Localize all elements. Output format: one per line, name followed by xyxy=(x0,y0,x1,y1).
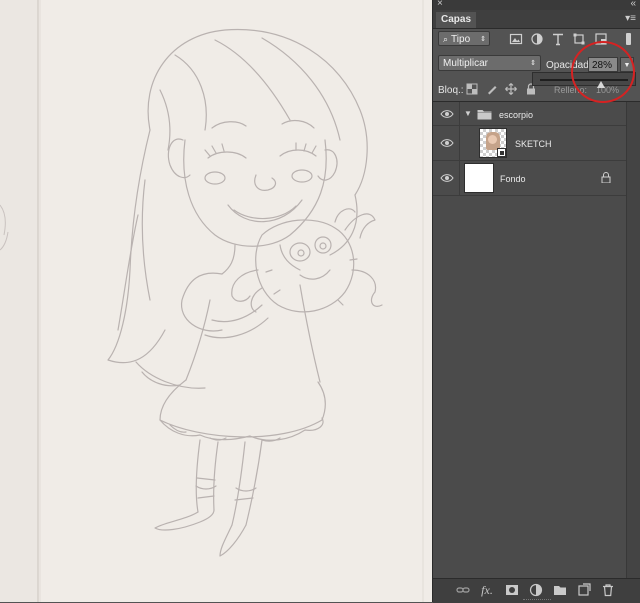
eye-icon[interactable] xyxy=(440,109,454,119)
layer-filter-row: ⌕ Tipo ⇕ xyxy=(433,28,640,50)
adjustment-filter-icon[interactable] xyxy=(530,32,544,46)
layers-scrollbar[interactable] xyxy=(626,102,640,579)
mask-icon[interactable] xyxy=(505,583,519,597)
blend-mode-value: Multiplicar xyxy=(443,58,489,69)
layer-name-sketch[interactable]: SKETCH xyxy=(515,139,552,149)
layer-row-escorpio[interactable]: ▼ escorpio xyxy=(433,102,627,126)
panel-title-strip: × « xyxy=(433,0,640,10)
opacity-slider-thumb[interactable] xyxy=(596,81,605,88)
shape-filter-icon[interactable] xyxy=(572,32,586,46)
expand-triangle-icon[interactable]: ▼ xyxy=(464,109,472,118)
smart-object-badge-icon xyxy=(497,148,506,157)
opacity-slider-track[interactable] xyxy=(540,79,628,88)
layers-bottom-bar: fx. xyxy=(433,578,640,603)
close-panel-icon[interactable]: × xyxy=(437,0,443,10)
panel-tab-bar: Capas ▾≡ xyxy=(433,10,640,29)
collapse-panel-icon[interactable]: « xyxy=(630,0,636,10)
trash-icon[interactable] xyxy=(601,583,615,597)
eye-icon[interactable] xyxy=(440,138,454,148)
adjustment-icon[interactable] xyxy=(529,583,543,597)
layer-thumbnail-sketch[interactable] xyxy=(479,128,507,158)
select-arrows-icon: ⇕ xyxy=(530,60,536,67)
layer-row-fondo[interactable]: Fondo xyxy=(433,161,627,196)
visibility-separator xyxy=(459,161,460,195)
layer-row-sketch[interactable]: SKETCH xyxy=(433,126,627,161)
eye-icon[interactable] xyxy=(440,173,454,183)
layers-panel: × « Capas ▾≡ ⌕ Tipo ⇕ Multiplicar ⇕ Opac… xyxy=(432,0,640,603)
layer-name-fondo[interactable]: Fondo xyxy=(500,174,526,184)
link-icon[interactable] xyxy=(456,583,470,597)
layers-list: ▼ escorpio SKETCH Fondo xyxy=(433,101,640,579)
fx-icon[interactable]: fx. xyxy=(480,583,494,597)
text-filter-icon[interactable] xyxy=(551,32,565,46)
new-group-folder-icon[interactable] xyxy=(553,583,567,597)
panel-menu-icon[interactable]: ▾≡ xyxy=(625,13,636,25)
pencil-sketch-artwork xyxy=(0,0,432,602)
lock-transparency-icon[interactable] xyxy=(466,83,478,95)
search-icon: ⌕ xyxy=(443,34,449,44)
layer-name-escorpio[interactable]: escorpio xyxy=(499,110,533,120)
fill-label: Relleno: xyxy=(554,85,588,95)
smartobject-filter-icon[interactable] xyxy=(594,32,608,46)
opacity-slider-popup xyxy=(532,72,636,88)
select-arrows-icon: ⇕ xyxy=(480,36,486,43)
opacity-dropdown-arrow-icon[interactable]: ▼ xyxy=(620,57,634,72)
lock-position-icon[interactable] xyxy=(505,83,517,95)
lock-label: Bloq.: xyxy=(438,85,464,96)
new-layer-icon[interactable] xyxy=(577,583,591,597)
lock-pixels-icon[interactable] xyxy=(486,83,498,95)
opacity-label: Opacidad: xyxy=(546,60,592,71)
blend-mode-select[interactable]: Multiplicar ⇕ xyxy=(438,55,541,71)
visibility-separator xyxy=(459,126,460,160)
filter-toggle[interactable] xyxy=(626,33,631,45)
tab-capas[interactable]: Capas xyxy=(436,12,477,28)
document-canvas[interactable] xyxy=(0,0,432,602)
folder-icon xyxy=(477,110,492,120)
layer-thumbnail-fondo[interactable] xyxy=(464,163,494,193)
opacity-input[interactable]: 28% xyxy=(588,57,618,72)
visibility-separator xyxy=(459,102,460,125)
lock-icon xyxy=(601,172,611,183)
filter-type-select[interactable]: ⌕ Tipo ⇕ xyxy=(438,31,490,46)
filter-type-value: Tipo xyxy=(451,34,471,45)
image-filter-icon[interactable] xyxy=(509,32,523,46)
